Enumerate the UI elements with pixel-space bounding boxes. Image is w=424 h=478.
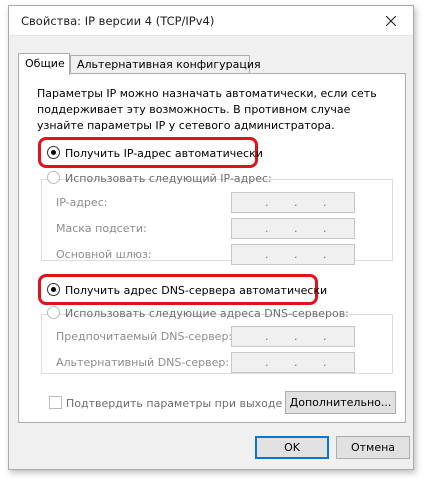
dns-manual-radio-option[interactable]: Использовать следующие адреса DNS-сервер…	[47, 306, 349, 320]
alternate-dns-input[interactable]: ...	[231, 352, 355, 373]
validate-on-exit-label: Подтвердить параметры при выходе	[66, 397, 283, 410]
preferred-dns-label: Предпочитаемый DNS-сервер:	[56, 330, 233, 343]
title-bar: Свойства: IP версии 4 (TCP/IPv4)	[9, 6, 413, 36]
ip-manual-label: Использовать следующий IP-адрес:	[65, 172, 272, 185]
advanced-button[interactable]: Дополнительно...	[285, 391, 396, 414]
ip-auto-label: Получить IP-адрес автоматически	[65, 147, 263, 160]
tab-general[interactable]: Общие	[18, 53, 70, 75]
alternate-dns-label: Альтернативный DNS-сервер:	[56, 356, 230, 369]
subnet-mask-input[interactable]: ...	[231, 218, 355, 239]
checkbox-icon	[49, 396, 62, 409]
ip-address-label: IP-адрес:	[56, 196, 108, 209]
dns-auto-radio-option[interactable]: Получить адрес DNS-сервера автоматически	[47, 283, 327, 297]
default-gateway-input[interactable]: ...	[231, 244, 355, 265]
radio-icon	[47, 171, 60, 184]
dns-manual-label: Использовать следующие адреса DNS-сервер…	[65, 307, 349, 320]
radio-icon	[47, 283, 60, 296]
close-icon	[386, 16, 396, 26]
ip-address-input[interactable]: ...	[231, 192, 355, 213]
ip-auto-radio-option[interactable]: Получить IP-адрес автоматически	[47, 146, 263, 160]
description-text: Параметры IP можно назначать автоматичес…	[37, 87, 377, 132]
radio-icon	[47, 146, 60, 159]
ipv4-properties-dialog: Свойства: IP версии 4 (TCP/IPv4) Общие А…	[8, 5, 414, 470]
general-tab-panel: Параметры IP можно назначать автоматичес…	[18, 73, 406, 423]
preferred-dns-input[interactable]: ...	[231, 326, 355, 347]
cancel-button[interactable]: Отмена	[336, 436, 410, 459]
window-title: Свойства: IP версии 4 (TCP/IPv4)	[21, 14, 215, 28]
subnet-mask-label: Маска подсети:	[56, 222, 147, 235]
ok-button[interactable]: OK	[255, 436, 329, 459]
close-button[interactable]	[369, 6, 413, 36]
default-gateway-label: Основной шлюз:	[56, 248, 152, 261]
validate-on-exit-option[interactable]: Подтвердить параметры при выходе	[49, 396, 282, 410]
radio-icon	[47, 306, 60, 319]
ip-manual-radio-option[interactable]: Использовать следующий IP-адрес:	[47, 171, 272, 185]
tab-alternate-config[interactable]: Альтернативная конфигурация	[70, 55, 261, 74]
dns-auto-label: Получить адрес DNS-сервера автоматически	[65, 284, 328, 297]
